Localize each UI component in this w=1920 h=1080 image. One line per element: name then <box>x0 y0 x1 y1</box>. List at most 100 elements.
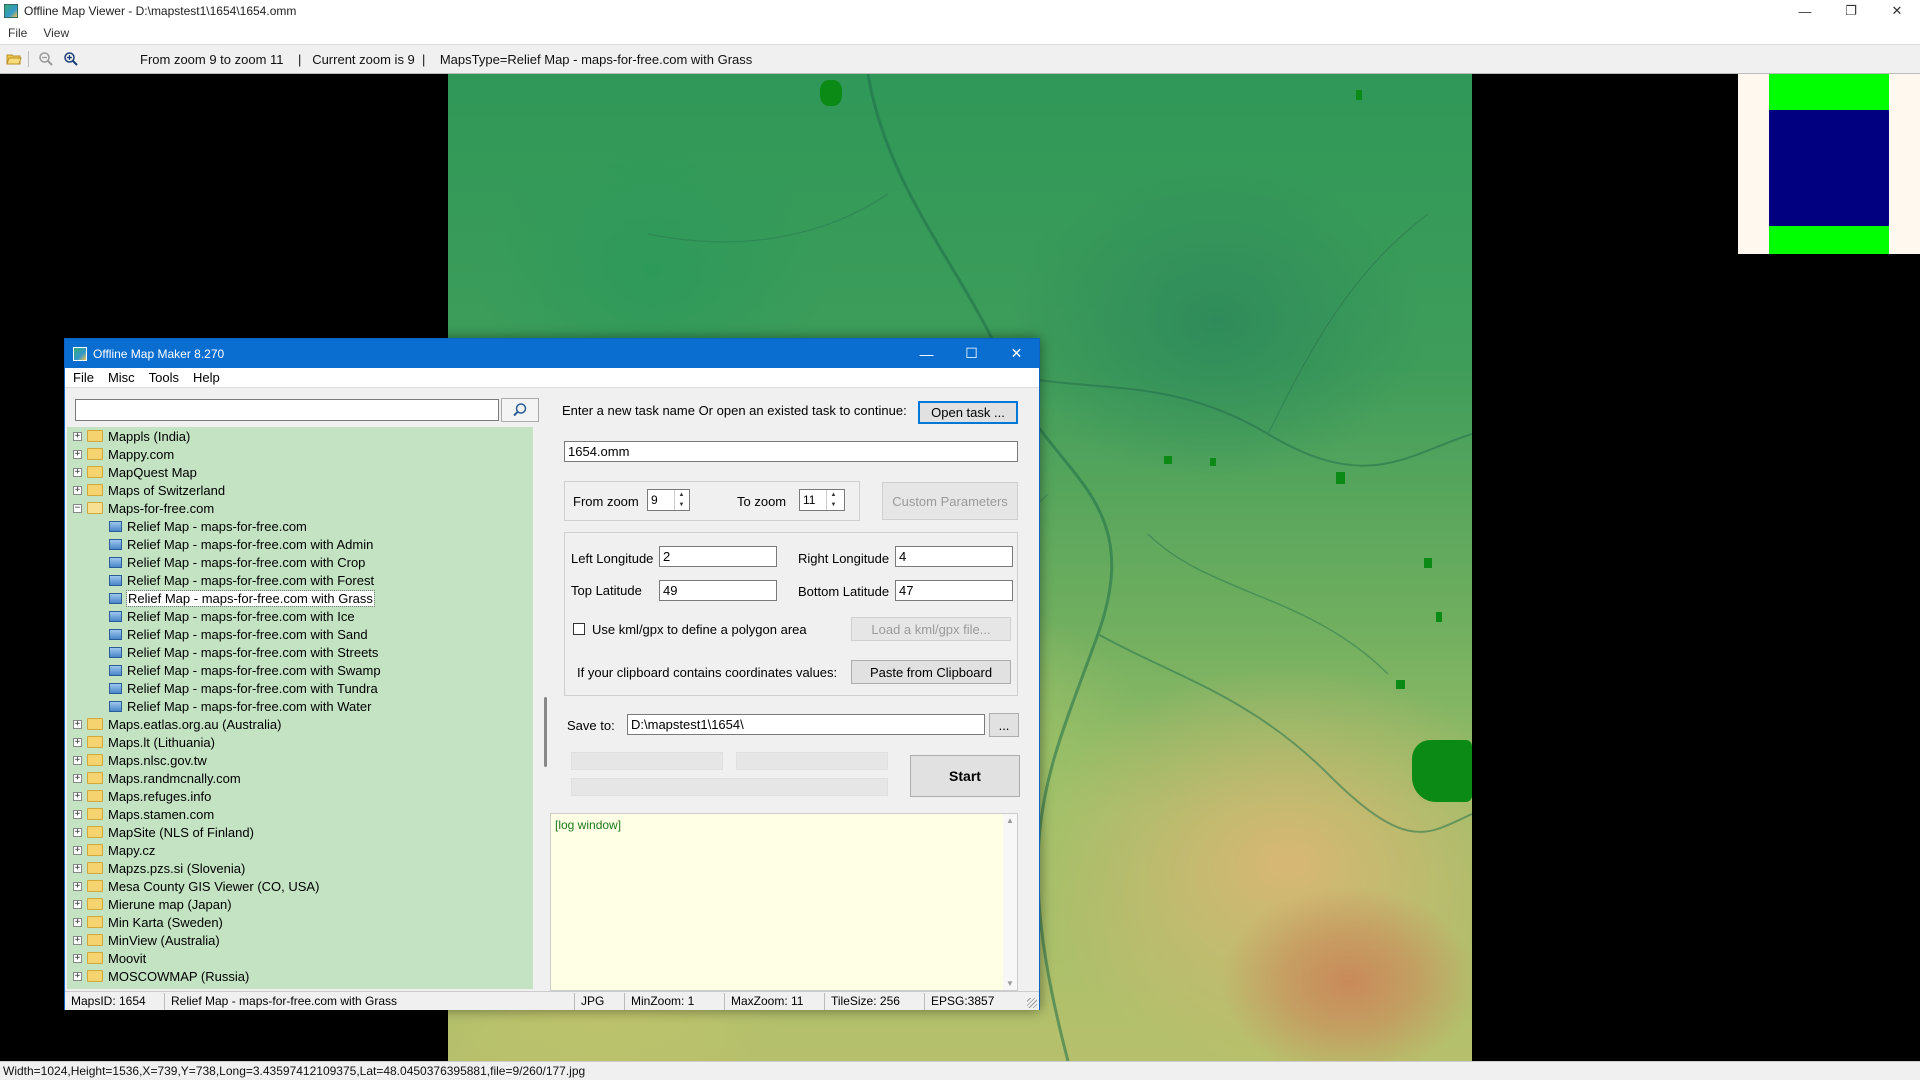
tree-map-item[interactable]: Relief Map - maps-for-free.com with Tund… <box>67 679 533 697</box>
right-longitude-label: Right Longitude <box>798 551 890 566</box>
to-zoom-input[interactable] <box>800 490 826 510</box>
tree-map-item[interactable]: Relief Map - maps-for-free.com with Sand <box>67 625 533 643</box>
expand-icon[interactable]: + <box>73 755 82 765</box>
expand-icon[interactable]: + <box>73 845 82 855</box>
expand-icon[interactable]: + <box>73 737 82 747</box>
menu-tools[interactable]: Tools <box>143 370 185 385</box>
dialog-minimize-button[interactable]: — <box>904 339 949 368</box>
tree-folder-item[interactable]: + Mesa County GIS Viewer (CO, USA) <box>67 877 533 895</box>
tree-folder-item[interactable]: + Mappls (India) <box>67 427 533 445</box>
open-task-button[interactable]: Open task ... <box>918 401 1018 424</box>
menu-file[interactable]: File <box>67 370 100 385</box>
top-latitude-input[interactable] <box>659 580 777 601</box>
tree-folder-item[interactable]: + Mappy.com <box>67 445 533 463</box>
tree-map-item[interactable]: Relief Map - maps-for-free.com with Crop <box>67 553 533 571</box>
bottom-latitude-input[interactable] <box>895 580 1013 601</box>
expand-icon[interactable]: + <box>73 431 82 441</box>
log-window[interactable]: [log window] ▲ ▼ <box>550 813 1018 991</box>
load-kml-button[interactable]: Load a kml/gpx file... <box>851 617 1011 641</box>
tree-folder-item[interactable]: + Mierune map (Japan) <box>67 895 533 913</box>
right-longitude-input[interactable] <box>895 546 1013 567</box>
expand-icon[interactable]: + <box>73 827 82 837</box>
expand-icon[interactable]: + <box>73 863 82 873</box>
tree-map-item[interactable]: Relief Map - maps-for-free.com with Stre… <box>67 643 533 661</box>
menu-view[interactable]: View <box>35 26 77 40</box>
tree-map-item[interactable]: Relief Map - maps-for-free.com with Swam… <box>67 661 533 679</box>
save-to-input[interactable] <box>627 714 985 735</box>
tree-map-item[interactable]: Relief Map - maps-for-free.com with Admi… <box>67 535 533 553</box>
tree-folder-item[interactable]: + Maps of Switzerland <box>67 481 533 499</box>
map-source-tree[interactable]: + Mappls (India) + Mappy.com + MapQuest Map + M… <box>67 427 533 989</box>
scroll-thumb[interactable] <box>544 697 547 767</box>
tree-folder-item[interactable]: + Maps.randmcnally.com <box>67 769 533 787</box>
tree-folder-item[interactable]: + Mapy.cz <box>67 841 533 859</box>
zoom-in-icon[interactable] <box>60 48 82 70</box>
spin-down-icon[interactable]: ▼ <box>675 500 688 510</box>
collapse-icon[interactable]: − <box>73 503 82 513</box>
expand-icon[interactable]: + <box>73 953 82 963</box>
expand-icon[interactable]: + <box>73 935 82 945</box>
browse-button[interactable]: ... <box>989 713 1019 737</box>
minimize-button[interactable]: — <box>1782 0 1828 22</box>
expand-icon[interactable]: + <box>73 917 82 927</box>
dialog-window-controls: — ☐ ✕ <box>904 339 1039 368</box>
tree-folder-item[interactable]: + MOSCOWMAP (Russia) <box>67 967 533 985</box>
expand-icon[interactable]: + <box>73 719 82 729</box>
expand-icon[interactable]: + <box>73 809 82 819</box>
expand-icon[interactable]: + <box>73 467 82 477</box>
dialog-maximize-button[interactable]: ☐ <box>949 339 994 368</box>
tree-folder-item[interactable]: − Maps-for-free.com <box>67 499 533 517</box>
tree-folder-item[interactable]: + MapQuest Map <box>67 463 533 481</box>
expand-icon[interactable]: + <box>73 485 82 495</box>
menu-file[interactable]: File <box>0 26 35 40</box>
map-search-input[interactable] <box>75 399 499 421</box>
scroll-down-icon[interactable]: ▼ <box>1006 979 1014 988</box>
tree-map-item[interactable]: Relief Map - maps-for-free.com <box>67 517 533 535</box>
to-zoom-spinner[interactable]: ▲▼ <box>799 489 845 511</box>
resize-grip[interactable] <box>1027 998 1037 1008</box>
dialog-close-button[interactable]: ✕ <box>994 339 1039 368</box>
zoom-out-icon[interactable] <box>35 48 57 70</box>
spin-up-icon[interactable]: ▲ <box>675 490 688 500</box>
tree-folder-item[interactable]: + Moovit <box>67 949 533 967</box>
custom-parameters-button[interactable]: Custom Parameters <box>882 482 1018 520</box>
maximize-button[interactable]: ❐ <box>1828 0 1874 22</box>
expand-icon[interactable]: + <box>73 791 82 801</box>
tree-folder-item[interactable]: + Min Karta (Sweden) <box>67 913 533 931</box>
paste-from-clipboard-button[interactable]: Paste from Clipboard <box>851 660 1011 684</box>
spin-up-icon[interactable]: ▲ <box>827 490 840 500</box>
open-folder-icon[interactable] <box>3 48 25 70</box>
from-zoom-input[interactable] <box>648 490 674 510</box>
expand-icon[interactable]: + <box>73 971 82 981</box>
close-button[interactable]: ✕ <box>1874 0 1920 22</box>
search-button[interactable] <box>501 398 539 422</box>
tree-map-item[interactable]: Relief Map - maps-for-free.com with Ice <box>67 607 533 625</box>
scroll-up-icon[interactable]: ▲ <box>1006 816 1014 825</box>
map-icon <box>109 610 122 622</box>
tree-map-item[interactable]: Relief Map - maps-for-free.com with Wate… <box>67 697 533 715</box>
status-min-zoom: MinZoom: 1 <box>625 992 725 1010</box>
from-zoom-spinner[interactable]: ▲▼ <box>647 489 690 511</box>
tree-folder-item[interactable]: + Maps.nlsc.gov.tw <box>67 751 533 769</box>
expand-icon[interactable]: + <box>73 881 82 891</box>
expand-icon[interactable]: + <box>73 773 82 783</box>
menu-help[interactable]: Help <box>187 370 226 385</box>
tree-folder-item[interactable]: + Maps.stamen.com <box>67 805 533 823</box>
left-longitude-input[interactable] <box>659 546 777 567</box>
tree-folder-item[interactable]: + MinView (Australia) <box>67 931 533 949</box>
tree-folder-item[interactable]: + Maps.refuges.info <box>67 787 533 805</box>
tree-map-item[interactable]: Relief Map - maps-for-free.com with Fore… <box>67 571 533 589</box>
tree-folder-item[interactable]: + Mapzs.pzs.si (Slovenia) <box>67 859 533 877</box>
tree-folder-item[interactable]: + MapSite (NLS of Finland) <box>67 823 533 841</box>
kml-polygon-checkbox[interactable] <box>573 623 585 635</box>
spin-down-icon[interactable]: ▼ <box>827 500 840 510</box>
menu-misc[interactable]: Misc <box>102 370 141 385</box>
expand-icon[interactable]: + <box>73 449 82 459</box>
tree-folder-item[interactable]: + Maps.eatlas.org.au (Australia) <box>67 715 533 733</box>
log-scrollbar[interactable]: ▲ ▼ <box>1003 814 1017 990</box>
task-name-input[interactable] <box>564 441 1018 462</box>
expand-icon[interactable]: + <box>73 899 82 909</box>
tree-folder-item[interactable]: + Maps.lt (Lithuania) <box>67 733 533 751</box>
start-button[interactable]: Start <box>910 755 1020 797</box>
tree-map-item[interactable]: Relief Map - maps-for-free.com with Gras… <box>67 589 533 607</box>
